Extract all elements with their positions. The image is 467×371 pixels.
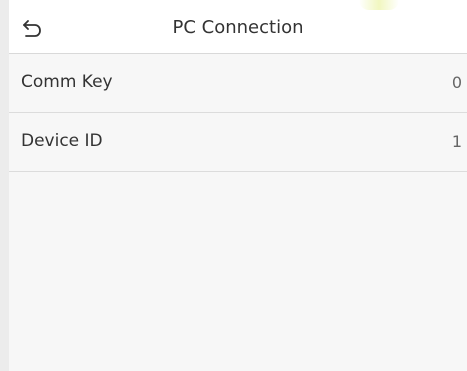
left-edge-strip: [0, 0, 9, 371]
device-id-label: Device ID: [21, 131, 103, 151]
comm-key-value: 0: [451, 73, 462, 92]
list-item-device-id[interactable]: Device ID 1: [9, 113, 467, 172]
settings-list: Comm Key 0 Device ID 1: [9, 54, 467, 172]
pc-connection-screen: PC Connection Comm Key 0 Device ID 1: [0, 0, 467, 371]
page-title: PC Connection: [172, 17, 304, 38]
device-id-value: 1: [451, 132, 462, 151]
header-bar: PC Connection: [9, 0, 467, 54]
header-accent: [359, 0, 399, 10]
list-item-comm-key[interactable]: Comm Key 0: [9, 54, 467, 113]
comm-key-label: Comm Key: [21, 72, 113, 92]
